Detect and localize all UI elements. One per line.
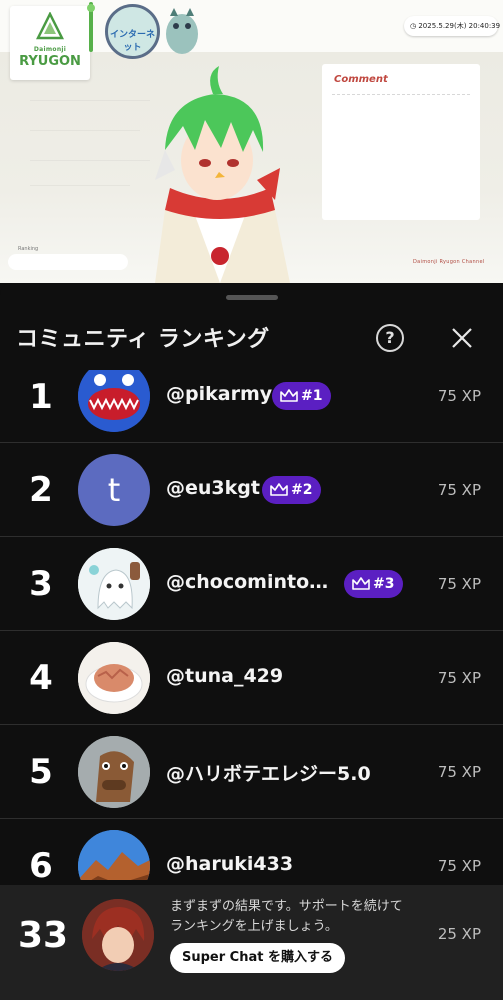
- ranking-panel: [8, 254, 128, 270]
- badge-label: #2: [291, 482, 313, 498]
- ranking-row[interactable]: 5 @ハリボテエレジー5.0 75 XP: [0, 726, 503, 819]
- avatar-letter: t: [107, 471, 121, 509]
- video-player[interactable]: Daimonji RYUGON インターネット ◷ 2025.5.29(木) 2…: [0, 0, 503, 283]
- my-xp-value: 25 XP: [437, 925, 481, 943]
- user-handle[interactable]: @ハリボテエレジー5.0: [166, 759, 371, 786]
- ranking-row[interactable]: 2 t @eu3kgt #2 75 XP: [0, 444, 503, 537]
- channel-label: Daimonji Ryugon Channel: [413, 259, 485, 265]
- monster-avatar-icon: [78, 370, 150, 432]
- horse-avatar-icon: [78, 736, 150, 808]
- comment-label: Comment: [334, 74, 388, 85]
- decor-line: [30, 130, 140, 131]
- xp-value: 75 XP: [437, 763, 481, 781]
- user-handle[interactable]: @haruki433: [166, 853, 293, 875]
- my-avatar[interactable]: [82, 899, 154, 971]
- rank-number: 1: [29, 377, 53, 417]
- decor-line: [30, 160, 150, 161]
- ranking-row[interactable]: 1 @pikarmy #1 75 XP: [0, 370, 503, 443]
- close-icon[interactable]: [448, 324, 476, 352]
- my-rank-number: 33: [17, 915, 69, 956]
- vtuber-avatar-image: [155, 66, 290, 283]
- sheet-title: コミュニティ ランキング: [16, 327, 270, 352]
- badge-label: #3: [373, 576, 395, 592]
- user-avatar[interactable]: [78, 548, 150, 620]
- xp-value: 75 XP: [437, 481, 481, 499]
- badge-label: #1: [301, 388, 323, 404]
- decor-line: [30, 100, 150, 101]
- user-handle[interactable]: @eu3kgt: [166, 477, 260, 499]
- ranking-label: Ranking: [18, 246, 39, 252]
- user-avatar[interactable]: [78, 370, 150, 432]
- divider: [332, 94, 470, 95]
- ranking-list: 1 @pikarmy #1 75 XP 2 t @eu3kgt #2 75 XP…: [0, 370, 503, 880]
- xp-value: 75 XP: [437, 387, 481, 405]
- xp-value: 75 XP: [437, 575, 481, 593]
- xp-value: 75 XP: [437, 857, 481, 875]
- rank-number: 4: [29, 658, 53, 698]
- logo-subtext: Daimonji: [33, 46, 67, 53]
- food-avatar-icon: [78, 642, 150, 714]
- datetime-text: 2025.5.29(木) 20:40:39: [418, 22, 501, 30]
- super-chat-button[interactable]: Super Chat を購入する: [170, 943, 345, 973]
- ranking-row[interactable]: 3 @chocomintos... #3 75 XP: [0, 538, 503, 631]
- datetime-display: ◷ 2025.5.29(木) 20:40:39: [404, 16, 501, 36]
- leaf-icon: [36, 12, 64, 40]
- internet-badge: インターネット: [105, 4, 160, 59]
- logo-text: RYUGON: [19, 54, 81, 69]
- dragon-icon: [166, 8, 198, 54]
- encouragement-message: まずまずの結果です。サポートを続けてランキングを上げましょう。: [170, 899, 403, 934]
- rank-number: 2: [29, 470, 53, 510]
- user-avatar[interactable]: [78, 736, 150, 808]
- decor-line: [30, 185, 130, 186]
- ranking-row[interactable]: 6 @haruki433 75 XP: [0, 820, 503, 880]
- user-handle[interactable]: @pikarmy: [166, 383, 272, 405]
- user-avatar[interactable]: [78, 642, 150, 714]
- badge-text: インターネット: [109, 30, 155, 53]
- rank-number: 5: [29, 752, 53, 792]
- rank-badge: #3: [344, 570, 404, 598]
- crown-icon: [280, 389, 298, 402]
- mountain-avatar-icon: [78, 830, 150, 880]
- crown-icon: [352, 577, 370, 590]
- ghost-avatar-icon: [78, 548, 150, 620]
- user-handle[interactable]: @tuna_429: [166, 665, 283, 687]
- channel-logo: Daimonji RYUGON: [10, 6, 90, 80]
- rank-number: 6: [29, 846, 53, 880]
- help-button[interactable]: ?: [376, 324, 404, 352]
- user-avatar[interactable]: t: [78, 454, 150, 526]
- user-avatar-icon: [82, 899, 154, 971]
- tassel-icon: [87, 2, 95, 52]
- rank-number: 3: [29, 564, 53, 604]
- user-handle[interactable]: @chocomintos...: [166, 571, 338, 593]
- user-avatar[interactable]: [78, 830, 150, 880]
- my-rank-footer: 33 まずまずの結果です。サポートを続けてランキングを上げましょう。 Super…: [0, 885, 503, 1000]
- ranking-row[interactable]: 4 @tuna_429 75 XP: [0, 632, 503, 725]
- rank-badge: #1: [272, 382, 332, 410]
- crown-icon: [270, 483, 288, 496]
- xp-value: 75 XP: [437, 669, 481, 687]
- comment-panel: Comment: [322, 64, 480, 220]
- drag-handle[interactable]: [226, 295, 278, 300]
- rank-badge: #2: [262, 476, 322, 504]
